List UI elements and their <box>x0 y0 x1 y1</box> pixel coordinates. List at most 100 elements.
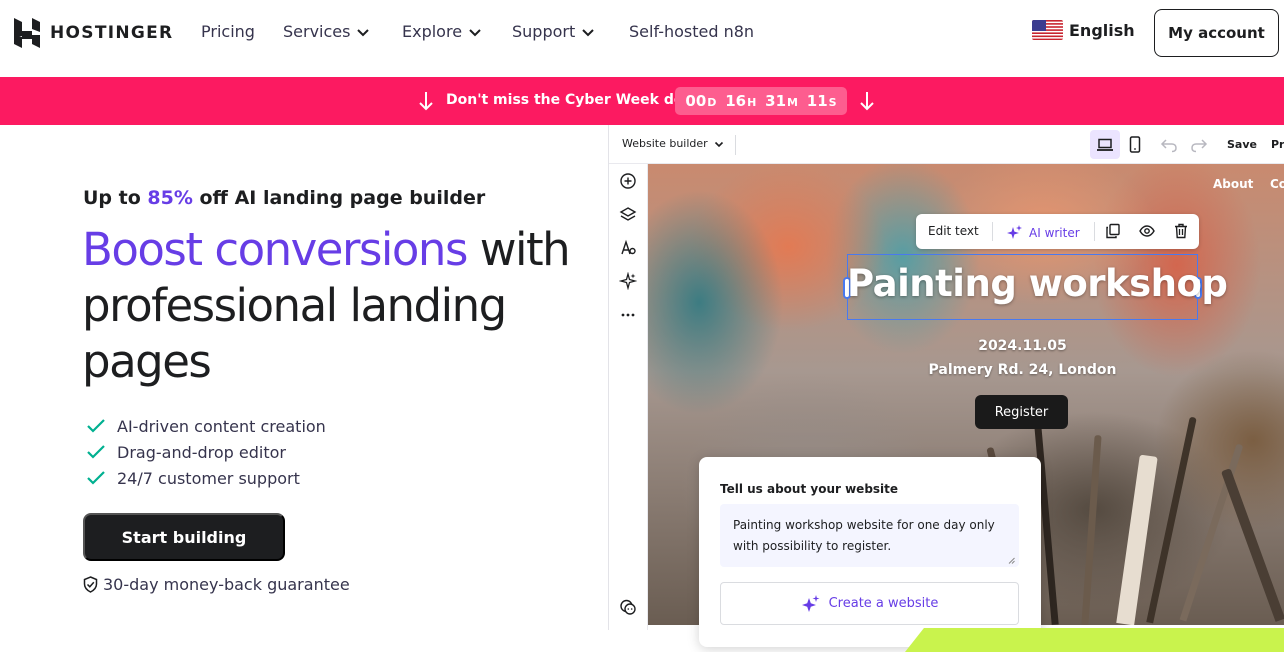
us-flag-icon <box>1032 20 1063 40</box>
canvas-nav-contact[interactable]: Co <box>1270 177 1284 191</box>
hostinger-logo-icon <box>14 18 40 48</box>
arrow-down-icon <box>419 92 433 111</box>
nav-link-self-hosted-n8n[interactable]: Self-hosted n8n <box>629 22 754 41</box>
sparkle-icon <box>1007 225 1022 239</box>
logo-text: HOSTINGER <box>50 23 174 43</box>
promo-text: Don't miss the Cyber Week deals <box>446 92 706 108</box>
typography-style-icon[interactable] <box>619 239 637 257</box>
duplicate-icon[interactable] <box>1105 223 1121 239</box>
promo-banner[interactable]: Don't miss the Cyber Week deals 00D 16H … <box>0 77 1284 125</box>
list-item: AI-driven content creation <box>86 413 326 439</box>
nav-link-label: Explore <box>402 22 463 41</box>
more-options-icon[interactable] <box>619 306 637 324</box>
timer-seconds-value: 11 <box>806 92 828 110</box>
save-button[interactable]: Save <box>1227 138 1257 151</box>
edit-text-button[interactable]: Edit text <box>928 224 979 238</box>
timer-seconds: 11S <box>807 92 837 110</box>
nav-link-explore[interactable]: Explore <box>402 22 482 41</box>
feature-label: AI-driven content creation <box>117 416 326 436</box>
event-address: Palmery Rd. 24, London <box>928 362 1117 378</box>
chevron-down-icon <box>469 28 481 36</box>
chat-support-icon[interactable] <box>619 598 637 616</box>
register-button[interactable]: Register <box>975 395 1068 429</box>
money-back-guarantee: 30-day money-back guarantee <box>83 575 350 594</box>
language-label: English <box>1069 20 1135 40</box>
create-website-label: Create a website <box>828 596 939 611</box>
nav-link-label: Pricing <box>201 22 255 41</box>
ai-writer-button[interactable]: AI writer <box>1006 224 1080 241</box>
laptop-icon <box>1097 138 1113 151</box>
undo-icon[interactable] <box>1160 136 1178 154</box>
timer-seconds-unit: S <box>828 96 837 109</box>
check-icon <box>87 471 105 485</box>
timer-hours-value: 16 <box>725 92 747 110</box>
headline-accent: Boost conversions <box>82 223 468 276</box>
redo-icon[interactable] <box>1190 136 1208 154</box>
chevron-down-icon <box>582 28 594 36</box>
website-description-input[interactable]: Painting workshop website for one day on… <box>720 504 1019 567</box>
brush-decoration <box>1081 434 1102 625</box>
builder-mode-label: Website builder <box>622 137 708 150</box>
event-date: 2024.11.05 <box>978 338 1067 354</box>
chevron-down-icon <box>714 141 723 147</box>
nav-link-pricing[interactable]: Pricing <box>201 22 255 41</box>
list-item: Drag-and-drop editor <box>86 439 326 465</box>
hero-eyebrow: Up to 85% off AI landing page builder <box>83 187 485 209</box>
mobile-icon <box>1129 136 1141 153</box>
eyebrow-suffix: off AI landing page builder <box>192 187 486 209</box>
builder-mode-select[interactable]: Website builder <box>622 137 724 150</box>
nav-link-support[interactable]: Support <box>512 22 595 41</box>
list-item: 24/7 customer support <box>86 465 326 491</box>
layers-icon[interactable] <box>619 206 637 224</box>
nav-link-label: Self-hosted n8n <box>629 22 755 41</box>
ai-writer-label: AI writer <box>1029 225 1080 240</box>
language-selector[interactable]: English <box>1032 20 1135 40</box>
feature-label: 24/7 customer support <box>117 468 300 488</box>
element-toolbar: Edit text AI writer <box>916 214 1199 249</box>
top-navigation: HOSTINGER Pricing Services Explore Suppo… <box>0 0 1284 77</box>
guarantee-label: 30-day money-back guarantee <box>103 575 350 594</box>
add-element-icon[interactable] <box>619 172 637 190</box>
builder-sidebar <box>609 164 648 630</box>
timer-hours-unit: H <box>747 96 757 109</box>
canvas-nav-about[interactable]: About <box>1213 177 1253 191</box>
toolbar-divider <box>735 135 736 155</box>
hero-headline: Boost conversions with professional land… <box>82 222 582 390</box>
desktop-view-button[interactable] <box>1090 130 1120 159</box>
mobile-view-button[interactable] <box>1120 130 1150 159</box>
discount-percent: 85% <box>147 187 193 209</box>
shield-check-icon <box>83 576 98 593</box>
feature-label: Drag-and-drop editor <box>117 442 287 462</box>
nav-link-label: Support <box>512 22 576 41</box>
arrow-down-icon <box>860 92 874 111</box>
feature-list: AI-driven content creation Drag-and-drop… <box>86 413 326 491</box>
preview-button[interactable]: Pre <box>1271 138 1284 151</box>
decorative-accent-strip <box>905 628 1284 652</box>
resize-grip-icon[interactable] <box>1008 557 1015 564</box>
timer-minutes-value: 31 <box>765 92 787 110</box>
hostinger-logo[interactable]: HOSTINGER <box>14 18 173 48</box>
start-building-button[interactable]: Start building <box>83 513 285 561</box>
ai-website-prompt-panel: Tell us about your website Painting work… <box>699 457 1041 647</box>
my-account-button[interactable]: My account <box>1154 9 1279 57</box>
brush-decoration <box>1220 468 1284 622</box>
ai-tools-icon[interactable] <box>619 272 637 290</box>
nav-link-services[interactable]: Services <box>283 22 370 41</box>
countdown-timer: 00D 16H 31M 11S <box>675 87 847 115</box>
check-icon <box>87 419 105 433</box>
create-website-button[interactable]: Create a website <box>720 582 1019 625</box>
delete-trash-icon[interactable] <box>1173 223 1189 239</box>
chevron-down-icon <box>357 28 370 36</box>
visibility-eye-icon[interactable] <box>1139 223 1155 239</box>
timer-minutes: 31M <box>765 92 798 110</box>
event-title[interactable]: Painting workshop <box>847 262 1228 305</box>
toolbar-divider <box>992 222 993 241</box>
toolbar-divider <box>1094 222 1095 241</box>
ai-panel-title: Tell us about your website <box>720 482 899 496</box>
timer-days: 00D <box>685 92 716 110</box>
website-description-value: Painting workshop website for one day on… <box>733 518 995 553</box>
timer-days-unit: D <box>707 96 717 109</box>
sparkle-icon <box>801 594 820 612</box>
eyebrow-prefix: Up to <box>83 187 148 209</box>
timer-minutes-unit: M <box>787 96 798 109</box>
